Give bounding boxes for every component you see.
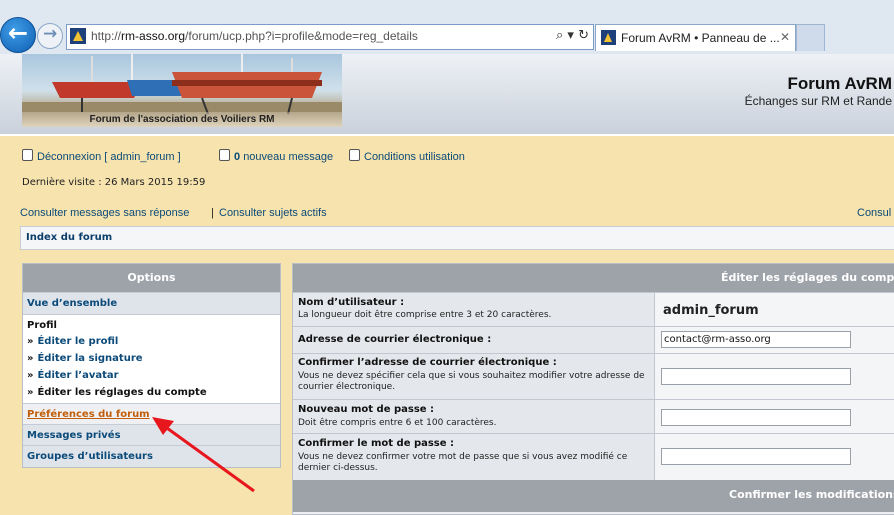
dropdown-icon[interactable]: ▾: [567, 28, 574, 43]
header-divider: [0, 134, 894, 136]
breadcrumb: Index du forum: [20, 226, 894, 250]
username-value: admin_forum: [663, 303, 759, 318]
terms-link[interactable]: Conditions utilisation: [349, 149, 465, 163]
new-tab-button[interactable]: [796, 24, 825, 51]
confirm-password-row: Confirmer le mot de passe : Vous ne deve…: [293, 433, 894, 480]
address-bar[interactable]: http://rm-asso.org/forum/ucp.php?i=profi…: [66, 24, 594, 50]
url-text[interactable]: http://rm-asso.org/forum/ucp.php?i=profi…: [91, 29, 418, 43]
field-hint: Doit être compris entre 6 et 100 caractè…: [298, 418, 497, 428]
tab-favicon-icon: [601, 30, 616, 45]
last-visit-text: Dernière visite : 26 Mars 2015 19:59: [22, 177, 206, 188]
options-header: Options: [23, 264, 280, 292]
edit-account-settings-current: » Éditer les réglages du compte: [27, 387, 207, 398]
new-password-row: Nouveau mot de passe : Doit être compris…: [293, 399, 894, 433]
forum-index-link[interactable]: Index du forum: [26, 232, 112, 243]
site-favicon-icon: [70, 28, 86, 44]
site-title: Forum AvRM: [787, 74, 892, 93]
tab-close-icon[interactable]: ✕: [780, 30, 790, 44]
forward-button[interactable]: →: [37, 23, 63, 49]
logout-link[interactable]: Déconnexion [ admin_forum ]: [22, 149, 181, 163]
confirm-changes-label: Confirmer les modifications: [729, 488, 894, 501]
edit-signature-link[interactable]: » Éditer la signature: [27, 353, 143, 364]
field-hint: Vous ne devez confirmer votre mot de pas…: [298, 452, 628, 473]
annotation-arrow: [152, 417, 255, 493]
field-hint: La longueur doit être comprise entre 3 e…: [298, 310, 552, 320]
confirm-password-field[interactable]: [661, 448, 851, 465]
browser-tab[interactable]: Forum AvRM • Panneau de ... ✕: [595, 24, 796, 51]
email-row: Adresse de courrier électronique : conta…: [293, 326, 894, 353]
message-icon: [219, 149, 230, 161]
active-topics-link[interactable]: Consulter sujets actifs: [219, 207, 327, 219]
confirm-email-row: Confirmer l’adresse de courrier électron…: [293, 353, 894, 399]
terms-icon: [349, 149, 360, 161]
tab-overview[interactable]: Vue d’ensemble: [23, 292, 280, 314]
site-description: Échanges sur RM et Rande: [744, 94, 892, 108]
confirm-changes-bar: Confirmer les modifications: [293, 480, 894, 512]
profile-label: Profil: [27, 320, 57, 331]
search-icon[interactable]: ⌕: [556, 28, 563, 43]
edit-profile-link[interactable]: » Éditer le profil: [27, 336, 118, 347]
link-separator: |: [211, 207, 214, 219]
refresh-icon[interactable]: ↻: [578, 28, 589, 43]
forward-arrow-icon: →: [43, 24, 58, 44]
logout-icon: [22, 149, 33, 161]
account-settings-panel: Éditer les réglages du compte Nom d’util…: [292, 263, 894, 515]
unanswered-posts-link[interactable]: Consulter messages sans réponse: [20, 207, 189, 219]
address-actions: ⌕ ▾ ↻: [556, 28, 589, 43]
profile-section: Profil » Éditer le profil » Éditer la sign…: [23, 314, 280, 404]
tab-title: Forum AvRM • Panneau de ...: [621, 31, 780, 45]
back-button[interactable]: ←: [0, 17, 36, 53]
field-label: Confirmer l’adresse de courrier électron…: [298, 357, 557, 368]
back-arrow-icon: ←: [8, 19, 29, 47]
username-row: Nom d’utilisateur : La longueur doit êtr…: [293, 292, 894, 326]
field-label: Adresse de courrier électronique :: [298, 334, 492, 345]
field-label: Nouveau mot de passe :: [298, 404, 435, 415]
search-link-cut[interactable]: Consul: [857, 207, 891, 219]
banner-caption: Forum de l'association des Voiliers RM: [22, 112, 342, 127]
new-password-field[interactable]: [661, 409, 851, 426]
panel-header: Éditer les réglages du compte: [293, 264, 894, 292]
edit-avatar-link[interactable]: » Éditer l’avatar: [27, 370, 119, 381]
email-field[interactable]: contact@rm-asso.org: [661, 331, 851, 348]
field-label: Nom d’utilisateur :: [298, 297, 405, 308]
confirm-email-field[interactable]: [661, 368, 851, 385]
site-banner-image[interactable]: Forum de l'association des Voiliers RM: [22, 54, 342, 127]
field-hint: Vous ne devez spécifier cela que si vous…: [298, 371, 645, 392]
field-label: Confirmer le mot de passe :: [298, 438, 455, 449]
new-messages-link[interactable]: 0 nouveau message: [219, 149, 333, 163]
